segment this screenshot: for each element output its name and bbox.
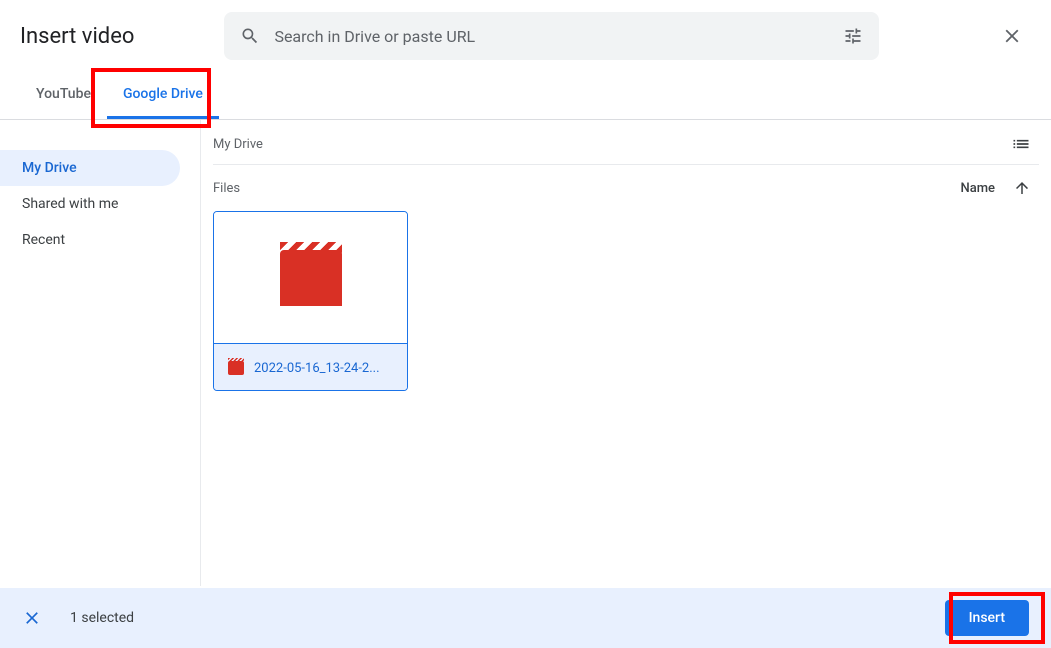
sort-label: Name: [960, 181, 995, 196]
search-input[interactable]: [274, 27, 843, 46]
breadcrumb-row: My Drive: [213, 120, 1039, 165]
search-bar[interactable]: [224, 12, 879, 60]
tune-icon[interactable]: [843, 26, 863, 46]
tab-google-drive[interactable]: Google Drive: [107, 72, 219, 119]
sidebar-item-shared[interactable]: Shared with me: [0, 186, 180, 222]
sidebar-item-recent[interactable]: Recent: [0, 222, 180, 258]
file-item[interactable]: 2022-05-16_13-24-2...: [213, 211, 408, 391]
breadcrumb: My Drive: [213, 137, 263, 152]
files-grid: 2022-05-16_13-24-2...: [213, 207, 1039, 391]
tab-youtube[interactable]: YouTube: [20, 72, 107, 119]
file-name: 2022-05-16_13-24-2...: [254, 361, 380, 376]
sidebar-item-my-drive[interactable]: My Drive: [0, 150, 180, 186]
deselect-icon[interactable]: [22, 608, 42, 628]
file-footer: 2022-05-16_13-24-2...: [214, 343, 407, 391]
arrow-up-icon: [1013, 179, 1031, 197]
dialog-header: Insert video: [0, 0, 1051, 72]
video-icon: [280, 250, 342, 306]
search-icon: [240, 26, 260, 46]
tabs: YouTube Google Drive: [0, 72, 1051, 120]
files-header: Files Name: [213, 165, 1039, 207]
sidebar: My Drive Shared with me Recent: [0, 120, 200, 586]
video-icon: [228, 361, 244, 375]
footer-bar: 1 selected Insert: [0, 588, 1051, 648]
files-label: Files: [213, 181, 240, 196]
file-preview: [214, 212, 407, 343]
dialog-title: Insert video: [20, 24, 134, 49]
list-view-icon[interactable]: [1011, 134, 1031, 154]
content-area: My Drive Shared with me Recent My Drive …: [0, 120, 1051, 586]
selection-count: 1 selected: [70, 610, 134, 626]
sort-controls[interactable]: Name: [960, 179, 1031, 197]
close-icon[interactable]: [993, 17, 1031, 55]
insert-button[interactable]: Insert: [945, 600, 1029, 636]
main-panel: My Drive Files Name 2022-05-16_13-: [200, 120, 1051, 586]
